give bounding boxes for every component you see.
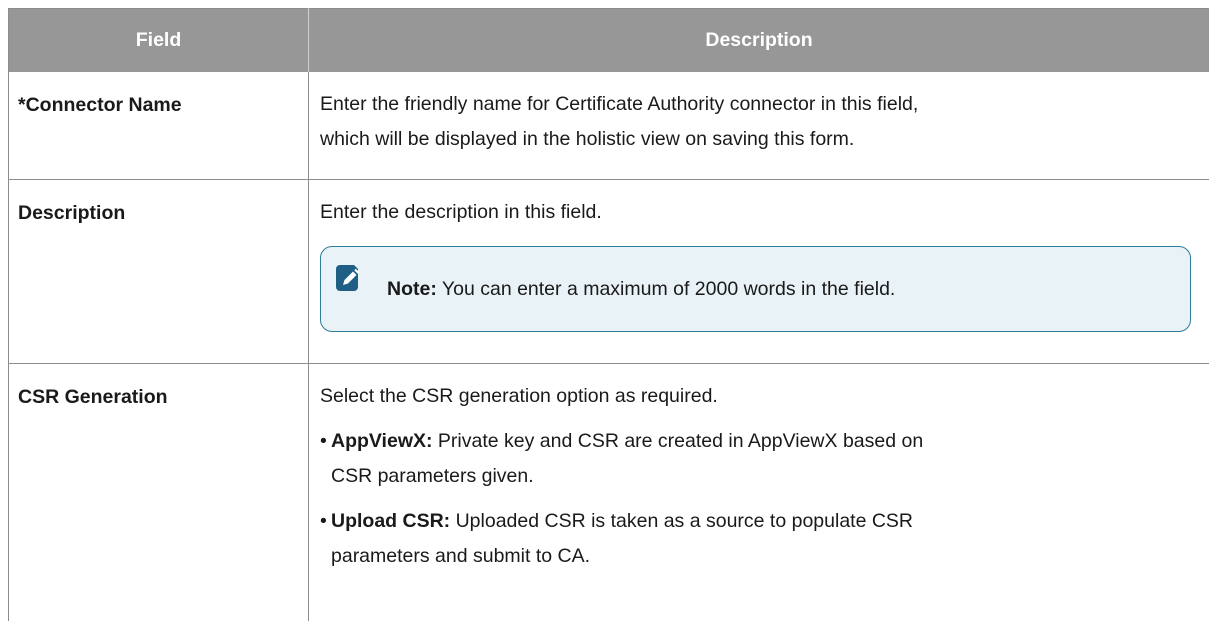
description-text: Enter the description in this field. [320,201,602,223]
field-description-table: Field Description *Connector Name Enter … [8,8,1209,621]
table-header-row: Field Description [8,8,1209,72]
pencil-note-icon [336,264,366,292]
field-cell: *Connector Name [8,72,309,180]
bullet-text-continued: parameters and submit to CA. [331,545,591,567]
description-cell: Select the CSR generation option as requ… [308,363,1209,621]
list-item: • AppViewX: Private key and CSR are creat… [320,424,1185,494]
note-body: You can enter a maximum of 2000 words in… [436,278,896,300]
table-row: Description Enter the description in thi… [8,179,1209,364]
note-text: Note: You can enter a maximum of 2000 wo… [387,278,895,300]
bullet-dot: • [320,430,327,452]
bullet-text-continued: CSR parameters given. [331,465,534,487]
bullet-text: Private key and CSR are created in AppVi… [432,430,924,452]
description-text: Select the CSR generation option as requ… [320,385,718,407]
field-name: *Connector Name [18,94,182,116]
bullet-text: Uploaded CSR is taken as a source to pop… [450,510,914,532]
bullet-label: AppViewX: [331,430,433,452]
field-cell: Description [8,179,309,364]
column-header-field: Field [8,8,309,72]
note-box: Note: You can enter a maximum of 2000 wo… [320,246,1191,332]
description-cell: Enter the description in this field. Not… [308,179,1209,364]
field-name: Description [18,202,126,224]
note-label: Note: [387,278,437,300]
bullet-label: Upload CSR: [331,510,451,532]
list-item: • Upload CSR: Uploaded CSR is taken as a … [320,504,1185,574]
description-text: which will be displayed in the holistic … [320,128,855,150]
field-name: CSR Generation [18,386,168,408]
field-cell: CSR Generation [8,363,309,621]
document-page: Field Description *Connector Name Enter … [0,0,1209,625]
table-row: CSR Generation Select the CSR generation… [8,363,1209,621]
bullet-dot: • [320,510,327,532]
description-text: Enter the friendly name for Certificate … [320,93,919,115]
description-cell: Enter the friendly name for Certificate … [308,72,1209,180]
column-header-description: Description [308,8,1209,72]
table-row: *Connector Name Enter the friendly name … [8,72,1209,180]
